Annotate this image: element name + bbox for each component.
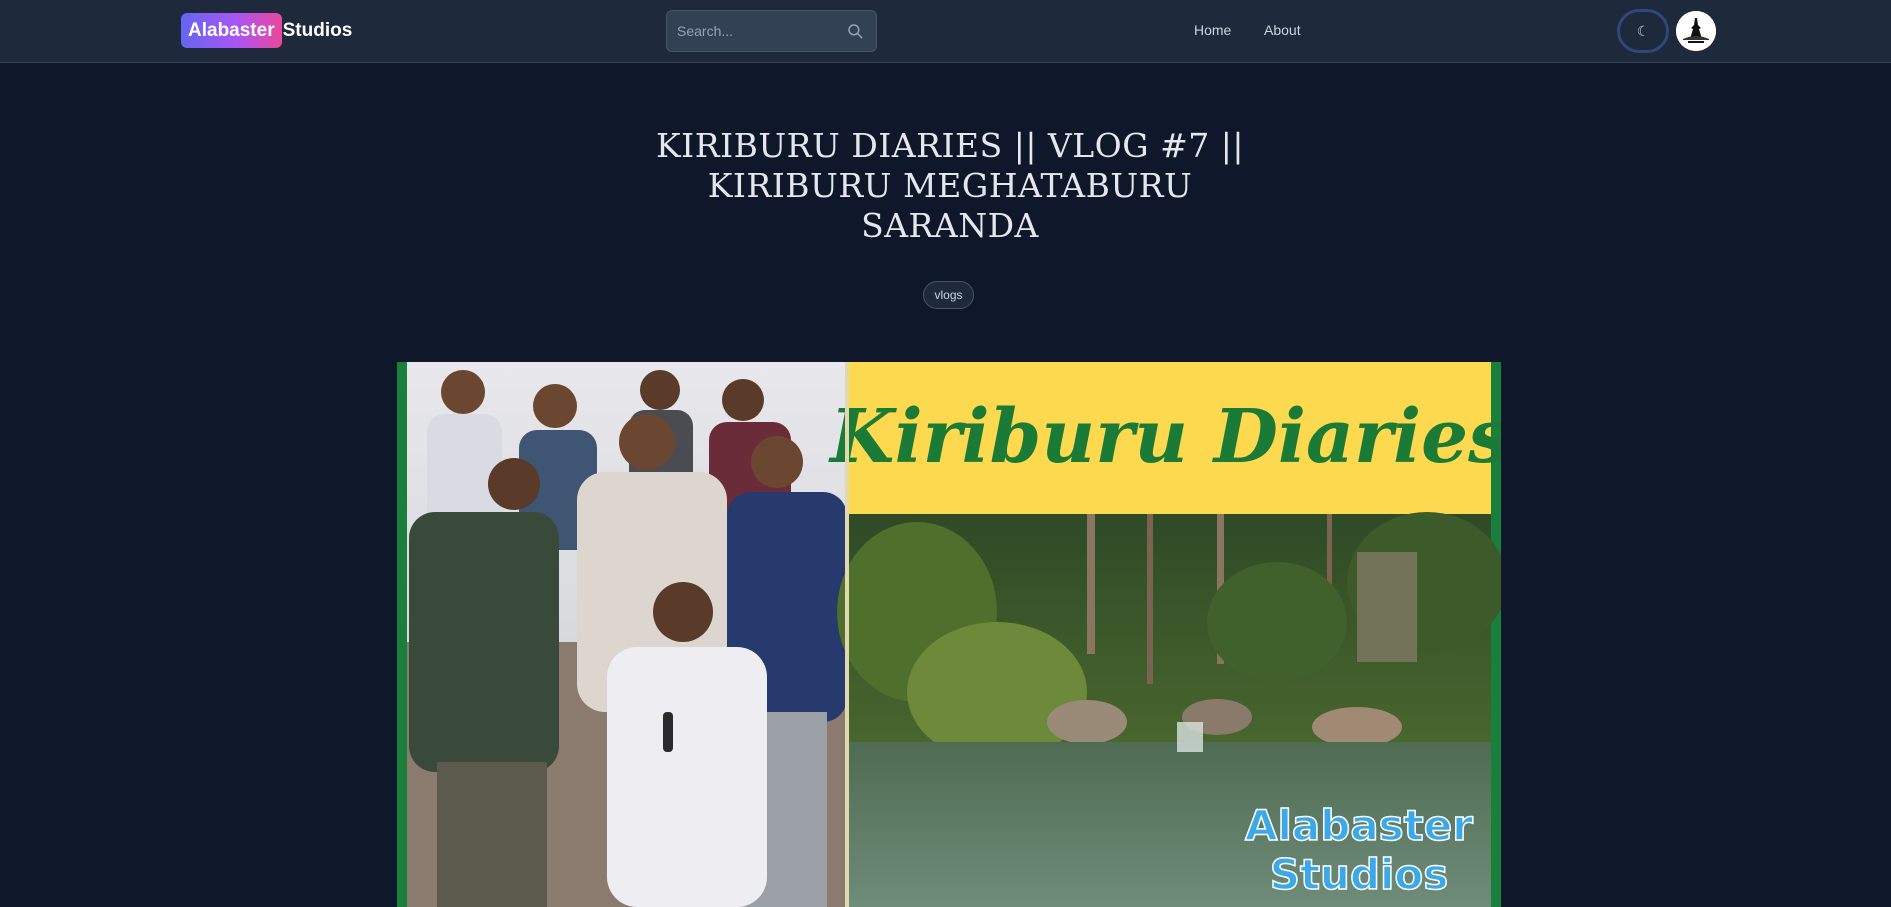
search-icon[interactable]: [846, 22, 864, 40]
search-box: [666, 10, 877, 52]
theme-toggle-button[interactable]: ☾: [1617, 9, 1669, 53]
tag-vlogs[interactable]: vlogs: [923, 281, 974, 309]
moon-icon: ☾: [1636, 22, 1650, 39]
brand-highlight: Alabaster: [181, 13, 282, 48]
post-thumbnail: Kiriburu Diaries Alabaster Studios: [397, 362, 1501, 907]
thumbnail-image: Kiriburu Diaries Alabaster Studios: [397, 362, 1501, 907]
brand-logo[interactable]: Alabaster Studios: [181, 13, 352, 48]
nav-about-link[interactable]: About: [1264, 22, 1301, 38]
post-title: KIRIBURU DIARIES || VLOG #7 || KIRIBURU …: [656, 126, 1244, 245]
thumbnail-watermark-line2: Studios: [1270, 850, 1449, 899]
nav-home-link[interactable]: Home: [1194, 22, 1231, 38]
avatar-logo-icon: [1676, 11, 1716, 51]
thumbnail-watermark-line1: Alabaster: [1245, 801, 1473, 850]
group-photo: [407, 362, 849, 907]
thumbnail-headline: Kiriburu Diaries: [828, 394, 1501, 480]
top-navbar: Alabaster Studios Home About ☾: [0, 0, 1891, 63]
user-avatar[interactable]: [1676, 11, 1716, 51]
search-input[interactable]: [667, 11, 837, 51]
brand-name: Studios: [282, 19, 353, 41]
